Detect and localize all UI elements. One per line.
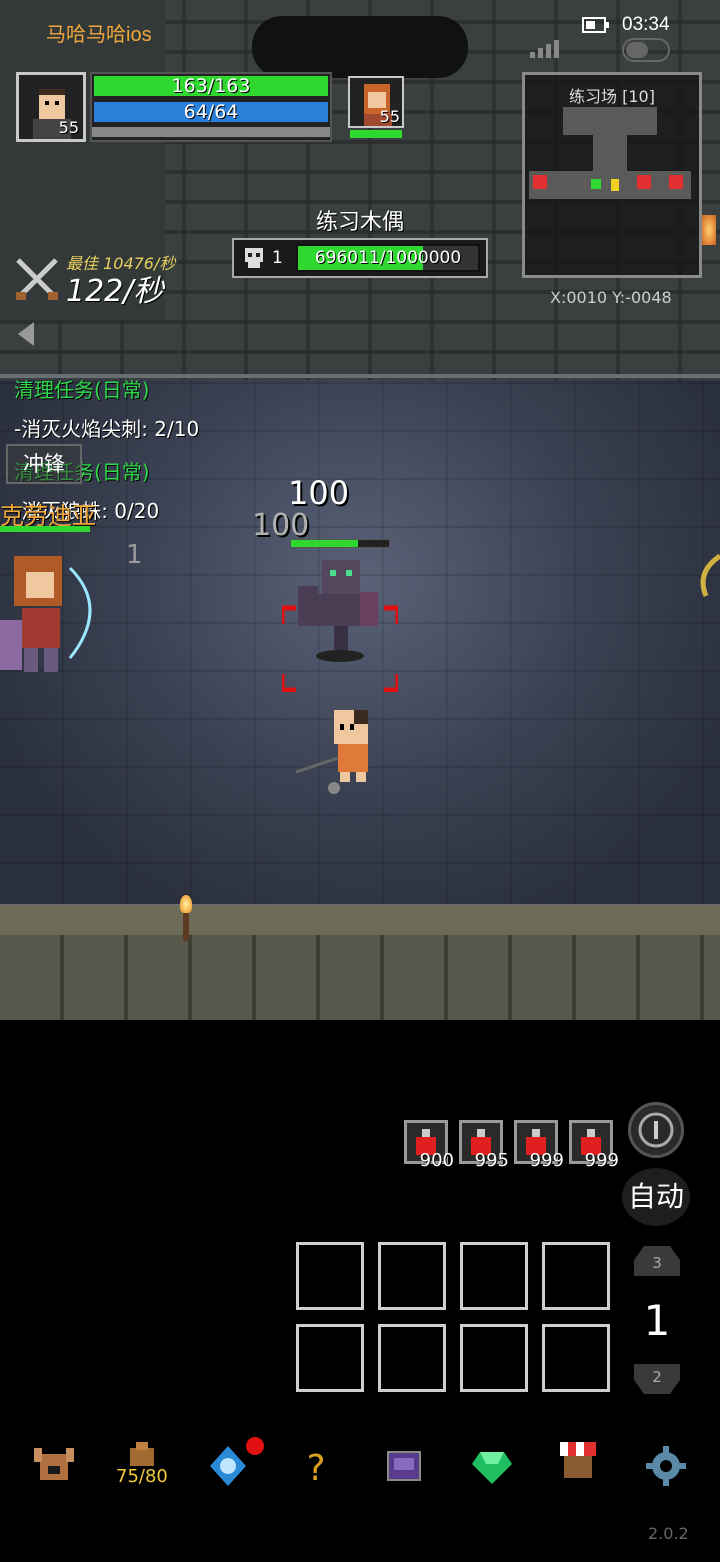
minimap-ally-icon xyxy=(611,179,619,191)
page-up-button[interactable]: 3 xyxy=(634,1246,680,1276)
minimap-hall xyxy=(529,171,691,199)
companion-portrait[interactable]: 55 xyxy=(348,76,404,128)
companion-level: 55 xyxy=(379,107,400,126)
skill-slot[interactable] xyxy=(460,1324,528,1392)
player-xp-bar xyxy=(92,127,330,137)
target-kill-count: 1 xyxy=(272,248,283,268)
skill-button[interactable]: 冲锋 xyxy=(6,444,82,484)
lower-wall xyxy=(0,905,720,1020)
quest-title: 清理任务(日常) xyxy=(14,378,150,402)
skull-icon xyxy=(242,246,266,274)
damage-number: 100 xyxy=(252,508,310,543)
signal-icon xyxy=(530,38,566,58)
crossed-swords-icon xyxy=(14,256,60,306)
bag-count: 75/80 xyxy=(116,1466,168,1487)
minimap-enemy-icon xyxy=(637,175,651,189)
status-app-label: 马哈马哈ios xyxy=(46,24,152,46)
skill-slot[interactable] xyxy=(296,1324,364,1392)
bottom-nav: 75/80 ? xyxy=(0,1436,720,1500)
cycle-icon xyxy=(638,1112,674,1148)
minimap-enemy-icon xyxy=(533,175,547,189)
emerald-icon[interactable] xyxy=(470,1444,514,1488)
damage-number: 1 xyxy=(126,540,143,570)
skill-slot[interactable] xyxy=(542,1242,610,1310)
target-hp-text: 696011/1000000 xyxy=(314,248,462,268)
skill-slot[interactable] xyxy=(460,1242,528,1310)
skill-slot[interactable] xyxy=(378,1242,446,1310)
camera-notch xyxy=(252,16,468,78)
skill-slot[interactable] xyxy=(542,1324,610,1392)
toggle-icon xyxy=(622,38,670,62)
left-arrow-icon[interactable] xyxy=(14,320,38,352)
training-dummy[interactable] xyxy=(279,556,401,693)
status-time: 03:34 xyxy=(622,14,670,35)
wall-torch-icon xyxy=(702,215,716,245)
version-label: 2.0.2 xyxy=(648,1524,689,1543)
offscreen-arrow-icon xyxy=(686,552,720,606)
player-level: 55 xyxy=(58,118,79,137)
helmet-icon[interactable] xyxy=(32,1444,76,1488)
skill-grid xyxy=(296,1242,610,1392)
skill-slot[interactable] xyxy=(378,1324,446,1392)
target-frame: 1 696011/1000000 xyxy=(232,238,488,278)
ally-hp-bar xyxy=(0,526,90,532)
notification-dot xyxy=(246,1437,264,1455)
target-name: 练习木偶 xyxy=(316,210,405,235)
battery-icon xyxy=(582,17,610,33)
minimap-enemy-icon xyxy=(669,175,683,189)
potion-count: 999 xyxy=(529,1150,564,1171)
minimap[interactable]: 练习场 [10] xyxy=(522,72,702,278)
dps-current: 122/秒 xyxy=(66,274,164,309)
potion-slot[interactable]: 900 xyxy=(404,1120,454,1171)
question-icon[interactable]: ? xyxy=(294,1444,338,1489)
potion-slot[interactable]: 999 xyxy=(569,1120,619,1171)
auto-button[interactable]: 自动 xyxy=(622,1168,690,1226)
minimap-room xyxy=(563,107,657,135)
damage-number: 100 xyxy=(288,474,350,512)
player-sprite[interactable] xyxy=(292,706,392,802)
potion-slot[interactable]: 995 xyxy=(459,1120,509,1171)
ally-sprite[interactable] xyxy=(0,548,110,678)
skill-gem-icon[interactable] xyxy=(206,1444,250,1488)
skill-slot[interactable] xyxy=(296,1242,364,1310)
potion-count: 999 xyxy=(584,1150,619,1171)
minimap-player-icon xyxy=(591,179,601,189)
player-hp-bar: 163/163 xyxy=(92,74,330,98)
shop-icon[interactable] xyxy=(556,1438,600,1482)
switch-button[interactable] xyxy=(628,1102,684,1158)
page-current: 1 xyxy=(643,1296,671,1345)
page-down-button[interactable]: 2 xyxy=(634,1364,680,1394)
quest-progress: -消灭火焰尖刺: 2/10 xyxy=(14,417,200,441)
minimap-title: 练习场 [10] xyxy=(569,87,655,106)
player-mp-bar: 64/64 xyxy=(92,100,330,124)
companion-hp-bar xyxy=(350,130,402,138)
potion-slot[interactable]: 999 xyxy=(514,1120,564,1171)
page-up-number: 3 xyxy=(652,1254,662,1272)
potion-count: 900 xyxy=(419,1150,454,1171)
gear-icon[interactable] xyxy=(644,1444,688,1488)
potion-count: 995 xyxy=(474,1150,509,1171)
torch-icon xyxy=(180,895,192,943)
potion-bar: 900 995 999 999 xyxy=(404,1120,619,1171)
svg-text:?: ? xyxy=(306,1448,325,1488)
player-portrait[interactable]: 55 xyxy=(16,72,86,142)
page-down-number: 2 xyxy=(652,1368,662,1386)
dummy-hp-track xyxy=(290,539,390,548)
monitor-icon[interactable] xyxy=(382,1444,426,1488)
minimap-coords: X:0010 Y:-0048 xyxy=(550,288,672,307)
